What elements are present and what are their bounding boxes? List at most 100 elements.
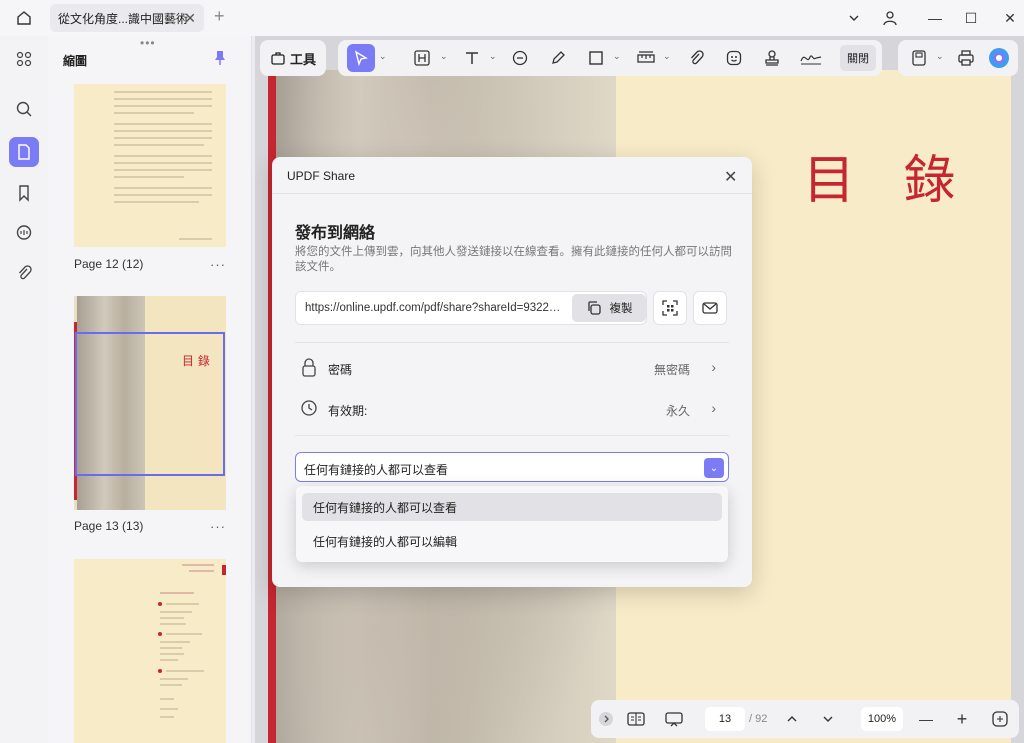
thumbnails-title: 縮圖 [63,54,88,68]
permission-select[interactable]: 任何有鏈接的人都可以查看 ⌄ [295,452,729,482]
dialog-close-icon[interactable]: ✕ [724,167,737,187]
ruler-icon [637,51,655,63]
permission-option-edit[interactable]: 任何有鏈接的人都可以編輯 [302,527,722,555]
user-icon [883,11,897,26]
validity-row[interactable]: 有效期: 永久 › [300,398,720,420]
comment-tool-button[interactable] [506,44,534,72]
dialog-divider [272,193,752,194]
pin-button[interactable] [213,50,227,69]
dialog-description: 將您的文件上傳到雲，向其他人發送鏈接以在線查看。擁有此鏈接的任何人都可以訪問該文… [295,246,732,273]
select-tool-caret[interactable]: ⌄ [379,51,387,62]
rail-attachments-button[interactable] [9,258,39,288]
presentation-button[interactable] [663,709,685,729]
account-button[interactable] [876,6,904,30]
text-tool-caret[interactable]: ⌄ [489,51,497,62]
pin-icon [215,51,225,65]
permission-selected-text: 任何有鏈接的人都可以查看 [304,463,449,477]
maximize-button[interactable]: ☐ [957,6,985,30]
zoom-in-button[interactable]: + [953,709,971,729]
copy-link-button[interactable]: 複製 [572,294,646,322]
fit-screen-icon [992,711,1008,727]
fit-page-button[interactable] [989,709,1011,729]
stamp-icon [765,50,779,66]
comment-bubble-icon [512,50,528,66]
rectangle-icon [589,51,603,65]
next-page-button[interactable] [819,709,837,729]
annotation-toolbar: ⌄ ⌄ ⌄ ⌄ ⌄ 關閉 [338,40,882,76]
document-heading: 目 錄 [803,151,972,211]
page-label-13: Page 13 (13) [74,519,144,533]
thumbnail-page-14[interactable] [74,559,226,743]
tab-close-icon[interactable]: ✕ [184,10,196,27]
save-button[interactable] [906,44,932,72]
shape-tool-caret[interactable]: ⌄ [613,51,621,62]
highlight-tool-caret[interactable]: ⌄ [440,51,448,62]
dialog-title: UPDF Share [287,169,356,183]
text-lines-graphic [114,91,212,240]
signature-tool-button[interactable] [796,44,826,72]
close-tools-button[interactable]: 關閉 [840,45,876,71]
highlight-tool-button[interactable] [408,44,436,72]
page-13-more-button[interactable]: ··· [210,519,226,534]
chevron-up-icon [787,716,797,722]
password-label: 密碼 [328,363,353,377]
viewport-frame[interactable] [75,332,225,476]
tabs-dropdown-button[interactable] [840,6,868,30]
measure-tool-button[interactable] [632,44,660,72]
paperclip-icon [19,265,32,280]
text-tool-button[interactable] [458,44,486,72]
current-page-input[interactable]: 13 [705,707,745,731]
rail-apps-button[interactable] [9,44,39,74]
chevron-down-icon[interactable]: ⌄ [704,458,724,478]
sticker-tool-button[interactable] [720,44,748,72]
pencil-tool-button[interactable] [544,44,572,72]
rail-comments-button[interactable] [9,218,39,248]
password-value: 無密碼 [653,363,690,377]
previous-page-button[interactable] [783,709,801,729]
document-actions-toolbar: ⌄ [898,40,1018,76]
highlighter-h-icon [414,50,430,66]
zoom-out-button[interactable]: — [917,709,935,729]
document-tab[interactable]: 從文化角度...識中國藝術 ✕ [50,4,204,32]
minimize-button[interactable]: — [921,6,949,30]
title-bar: 從文化角度...識中國藝術 ✕ + — ☐ ✕ [0,0,1024,36]
text-t-icon [466,52,478,64]
clock-icon [301,400,317,416]
save-caret[interactable]: ⌄ [936,51,944,62]
zoom-level-field[interactable]: 100% [861,707,903,731]
page-view-button[interactable] [625,709,647,729]
print-button[interactable] [952,44,980,72]
thumbnail-page-12[interactable] [74,84,226,247]
shape-tool-button[interactable] [582,44,610,72]
ai-assistant-button[interactable] [986,44,1012,72]
add-tab-button[interactable]: + [214,6,225,27]
permission-option-view[interactable]: 任何有鏈接的人都可以查看 [302,493,722,521]
close-window-button[interactable]: ✕ [996,6,1024,30]
bottom-navigation-bar: 13 / 92 100% — + [591,700,1019,738]
validity-value: 永久 [665,404,690,418]
rail-thumbnails-button[interactable] [9,137,39,167]
password-row[interactable]: 密碼 無密碼 › [300,357,720,379]
page-12-more-button[interactable]: ··· [210,257,226,272]
rail-search-button[interactable] [9,94,39,124]
rail-bookmarks-button[interactable] [9,178,39,208]
copy-icon [587,301,601,315]
attachment-tool-button[interactable] [682,44,710,72]
tools-button[interactable]: 工具 [260,40,326,76]
printer-icon [958,50,974,66]
tab-title: 從文化角度...識中國藝術 [58,11,189,26]
qr-code-button[interactable] [653,291,687,325]
home-button[interactable] [10,6,38,30]
chevron-right-icon: › [711,359,716,375]
search-icon [16,101,32,117]
collapse-bar-button[interactable] [597,709,615,729]
measure-tool-caret[interactable]: ⌄ [663,51,671,62]
stamp-tool-button[interactable] [758,44,786,72]
share-url-field[interactable]: https://online.updf.com/pdf/share?shareI… [295,291,647,325]
thumbnail-page-13[interactable]: 目 錄 [74,296,226,510]
select-tool-button[interactable] [347,44,375,72]
email-share-button[interactable] [693,291,727,325]
pencil-icon [552,51,565,64]
panel-resize-handle[interactable]: ••• [140,36,156,50]
cursor-icon [354,50,368,66]
